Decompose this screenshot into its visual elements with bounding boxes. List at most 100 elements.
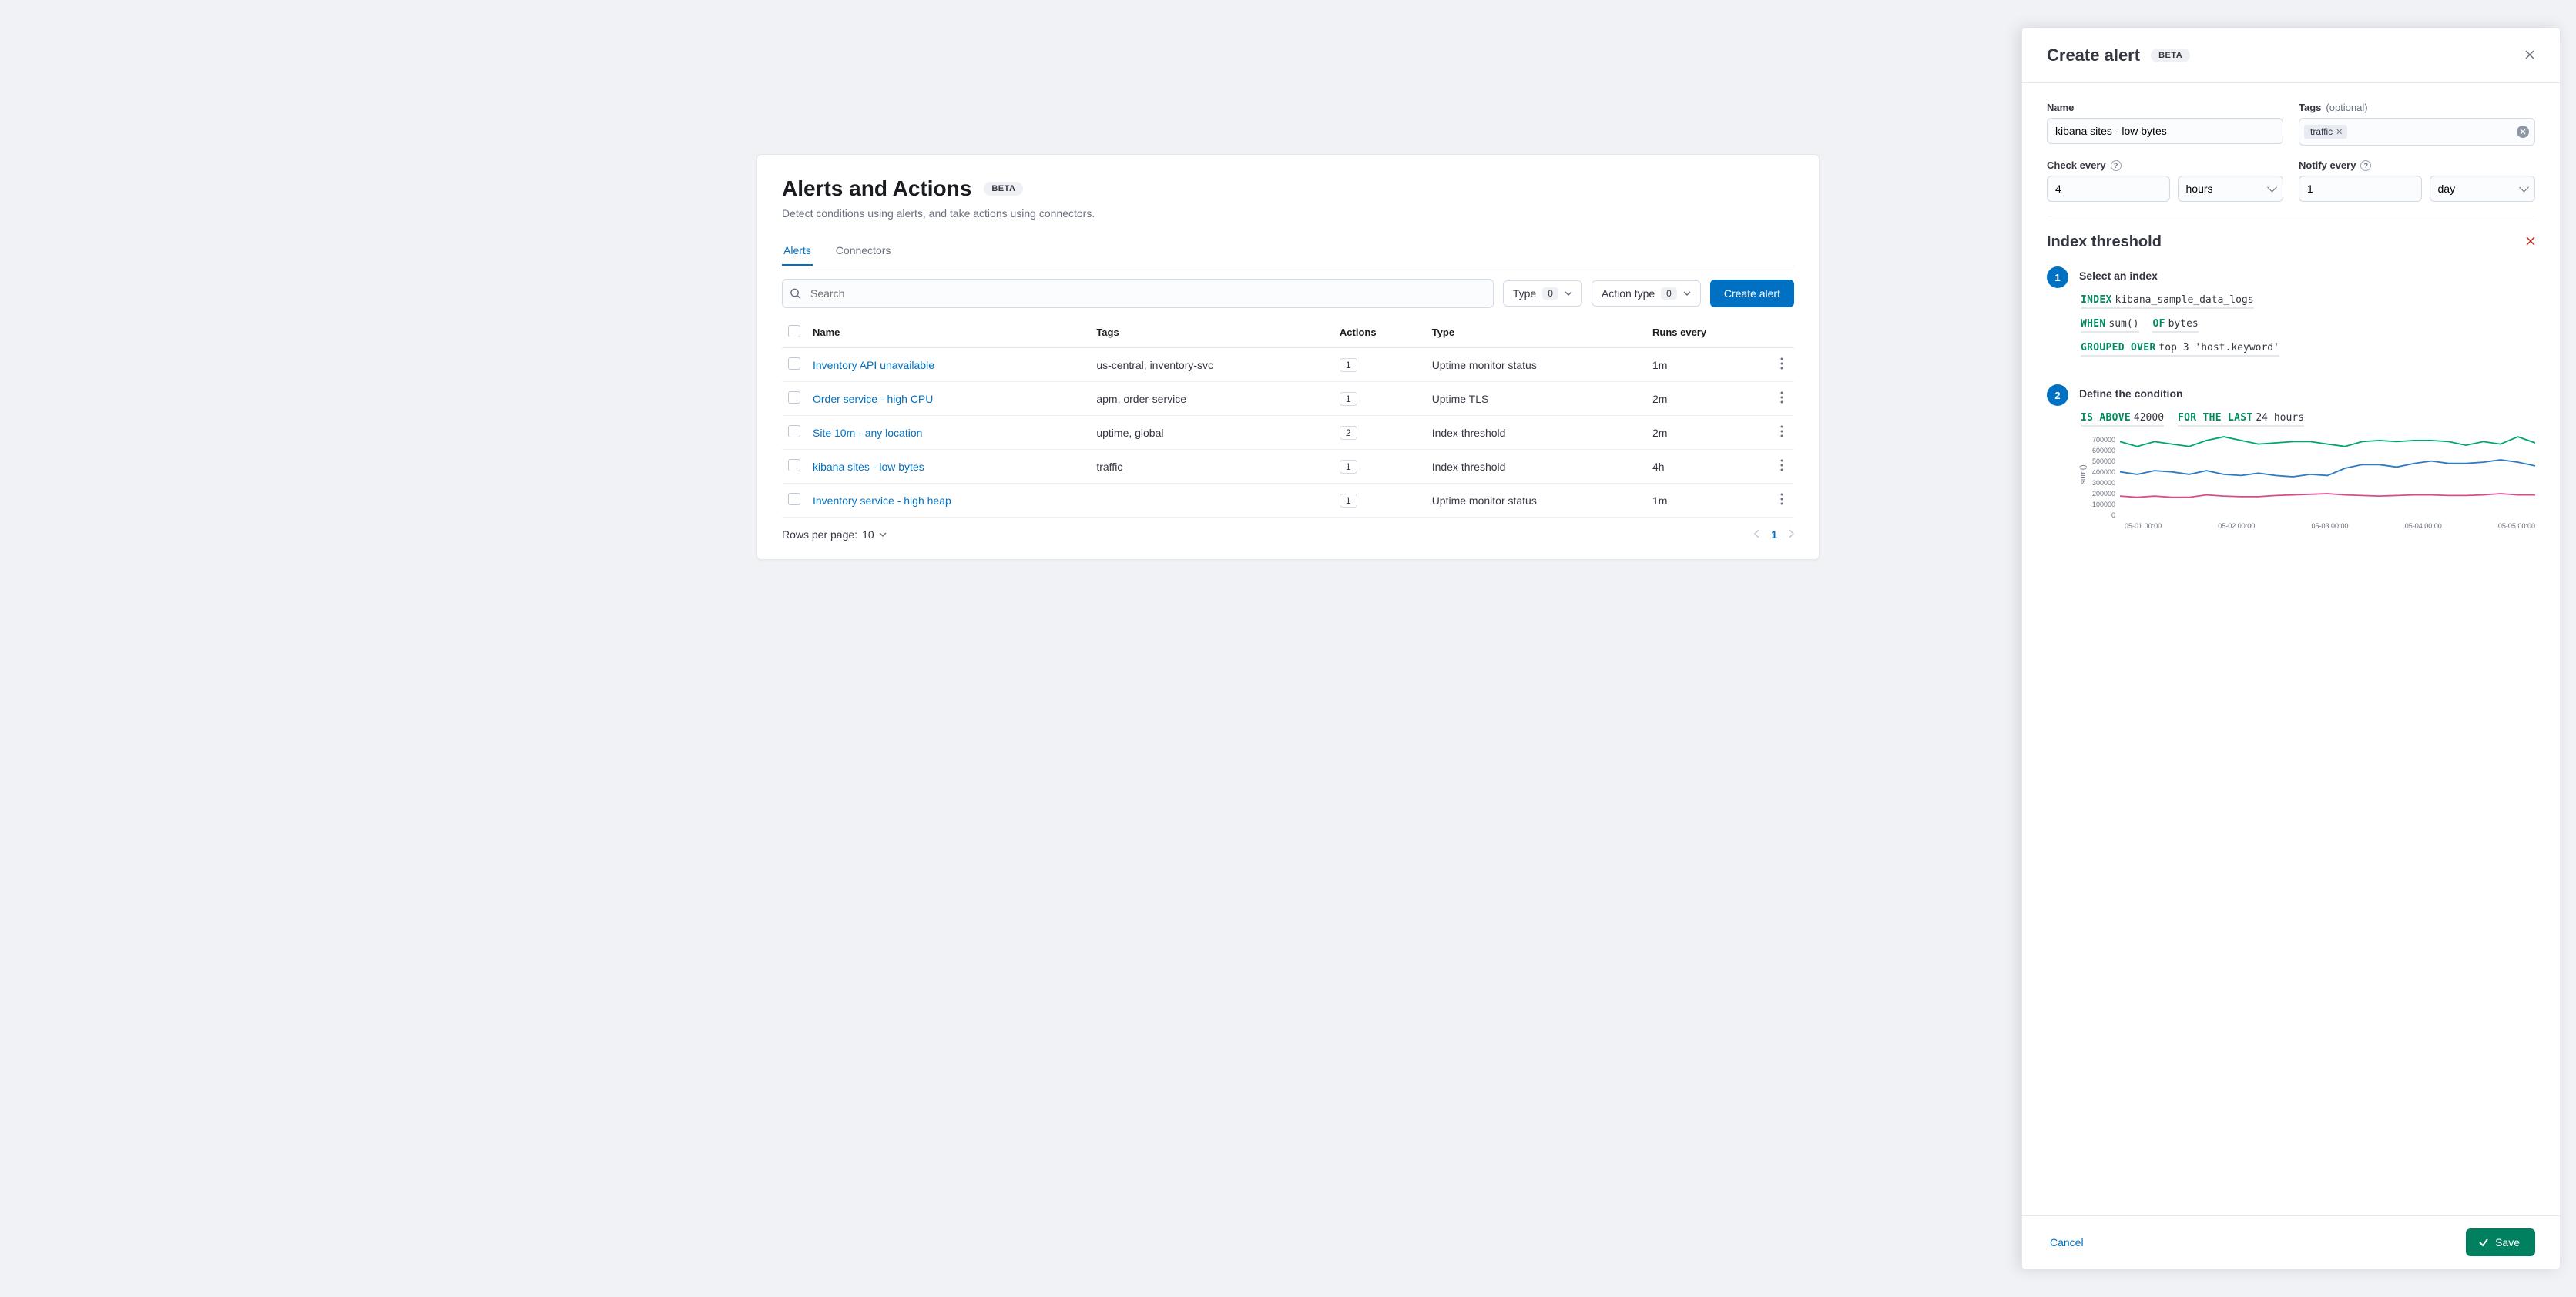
table-row: Site 10m - any location uptime, global 2 In…: [782, 416, 1794, 450]
cond-is-above[interactable]: IS ABOVE 42000: [2081, 411, 2164, 427]
cancel-button[interactable]: Cancel: [2047, 1230, 2087, 1255]
alert-tags: uptime, global: [1090, 416, 1333, 450]
rpp-label: Rows per page:: [782, 528, 857, 541]
row-menu-icon[interactable]: [1777, 424, 1786, 443]
table-row: kibana sites - low bytes traffic 1 Index th…: [782, 450, 1794, 484]
check-every-unit[interactable]: [2178, 176, 2284, 202]
alerts-card: Alerts and Actions BETA Detect condition…: [756, 154, 1820, 560]
select-all-checkbox[interactable]: [788, 325, 800, 337]
cond-for-val: 24 hours: [2256, 412, 2304, 424]
name-label: Name: [2047, 102, 2283, 113]
alert-tags: traffic: [1090, 450, 1333, 484]
close-icon[interactable]: [2524, 49, 2535, 62]
tag-pill: traffic ✕: [2304, 125, 2347, 139]
alert-name-link[interactable]: kibana sites - low bytes: [813, 461, 924, 473]
alert-runs-every: 4h: [1646, 450, 1771, 484]
alert-type: Uptime monitor status: [1426, 348, 1646, 382]
save-button[interactable]: Save: [2466, 1228, 2535, 1256]
alert-name-link[interactable]: Inventory API unavailable: [813, 359, 934, 371]
tab-connectors[interactable]: Connectors: [834, 236, 893, 266]
alert-type: Index threshold: [1426, 416, 1646, 450]
notify-every-label: Notify every: [2299, 159, 2356, 171]
search-icon: [790, 288, 801, 300]
create-alert-button[interactable]: Create alert: [1710, 280, 1794, 307]
row-checkbox[interactable]: [788, 357, 800, 370]
create-alert-flyout: Create alert BETA Name Tags (optional) t: [2021, 28, 2561, 1269]
search-input[interactable]: [782, 279, 1494, 308]
clear-tags-icon[interactable]: [2517, 126, 2529, 138]
cond-is-kw: IS ABOVE: [2081, 412, 2131, 424]
cond-for-last[interactable]: FOR THE LAST 24 hours: [2178, 411, 2304, 427]
col-name: Name: [807, 317, 1090, 348]
expr-when-val: sum(): [2108, 318, 2138, 330]
alert-actions-count: 1: [1340, 392, 1357, 406]
cond-is-val: 42000: [2134, 412, 2164, 424]
chart-xticks: 05-01 00:0005-02 00:0005-03 00:0005-04 0…: [2120, 522, 2535, 530]
expr-index[interactable]: INDEX kibana_sample_data_logs: [2081, 293, 2254, 309]
name-input[interactable]: [2047, 118, 2283, 144]
expr-group-val: top 3 'host.keyword': [2158, 342, 2279, 354]
rows-per-page[interactable]: Rows per page: 10: [782, 528, 887, 541]
expr-when[interactable]: WHEN sum(): [2081, 317, 2139, 333]
alert-actions-count: 1: [1340, 358, 1357, 372]
step-1-badge: 1: [2047, 266, 2068, 288]
type-filter[interactable]: Type 0: [1503, 280, 1582, 307]
table-row: Inventory service - high heap1Uptime mon…: [782, 484, 1794, 518]
expr-of-kw: OF: [2152, 318, 2165, 330]
chart-svg: [2120, 434, 2535, 519]
expr-group-kw: GROUPED OVER: [2081, 342, 2156, 354]
alert-type: Index threshold: [1426, 450, 1646, 484]
alert-actions-count: 1: [1340, 460, 1357, 474]
section-title: Index threshold: [2047, 233, 2162, 251]
flyout-title: Create alert: [2047, 45, 2140, 65]
action-type-filter-label: Action type: [1602, 287, 1655, 300]
page-title: Alerts and Actions: [782, 176, 971, 201]
tags-combobox[interactable]: traffic ✕: [2299, 118, 2535, 146]
page-1[interactable]: 1: [1771, 528, 1777, 541]
tab-alerts[interactable]: Alerts: [782, 236, 813, 266]
tabs: Alerts Connectors: [782, 236, 1794, 266]
expr-group[interactable]: GROUPED OVER top 3 'host.keyword': [2081, 340, 2279, 357]
chart-yticks: 7000006000005000004000003000002000001000…: [2092, 434, 2115, 519]
alerts-table: Name Tags Actions Type Runs every Invent…: [782, 317, 1794, 518]
row-menu-icon[interactable]: [1777, 458, 1786, 477]
action-type-filter[interactable]: Action type 0: [1592, 280, 1701, 307]
alert-name-link[interactable]: Inventory service - high heap: [813, 494, 951, 507]
row-checkbox[interactable]: [788, 391, 800, 404]
col-runs: Runs every: [1646, 317, 1771, 348]
notify-every-unit[interactable]: [2430, 176, 2536, 202]
remove-section-icon[interactable]: [2526, 236, 2535, 250]
alert-actions-count: 2: [1340, 426, 1357, 440]
step-2-badge: 2: [2047, 384, 2068, 406]
notify-every-value[interactable]: [2299, 176, 2422, 202]
check-every-value[interactable]: [2047, 176, 2170, 202]
table-row: Order service - high CPUapm, order-servi…: [782, 382, 1794, 416]
col-tags: Tags: [1090, 317, 1333, 348]
tag-remove-icon[interactable]: ✕: [2336, 127, 2343, 137]
chevron-down-icon: [1565, 290, 1572, 297]
alert-type: Uptime TLS: [1426, 382, 1646, 416]
page-prev[interactable]: [1754, 528, 1760, 541]
col-actions: Actions: [1333, 317, 1426, 348]
help-icon[interactable]: ?: [2111, 160, 2122, 171]
expr-of[interactable]: OF bytes: [2152, 317, 2198, 333]
chevron-down-icon: [1683, 290, 1691, 297]
row-menu-icon[interactable]: [1777, 390, 1786, 409]
type-filter-count: 0: [1542, 287, 1558, 300]
alert-name-link[interactable]: Order service - high CPU: [813, 393, 933, 405]
page-next[interactable]: [1788, 528, 1794, 541]
expr-of-val: bytes: [2168, 318, 2199, 330]
alert-name-link[interactable]: Site 10m - any location: [813, 427, 922, 439]
row-checkbox[interactable]: [788, 425, 800, 437]
alert-tags: [1090, 484, 1333, 518]
chevron-down-icon: [879, 531, 887, 538]
row-checkbox[interactable]: [788, 493, 800, 505]
row-menu-icon[interactable]: [1777, 357, 1786, 375]
row-checkbox[interactable]: [788, 459, 800, 471]
alert-actions-count: 1: [1340, 494, 1357, 508]
help-icon[interactable]: ?: [2360, 160, 2371, 171]
cond-for-kw: FOR THE LAST: [2178, 412, 2253, 424]
condition-chart: sum() 7000006000005000004000003000002000…: [2079, 434, 2535, 530]
step-1-title: Select an index: [2079, 270, 2535, 282]
row-menu-icon[interactable]: [1777, 492, 1786, 511]
